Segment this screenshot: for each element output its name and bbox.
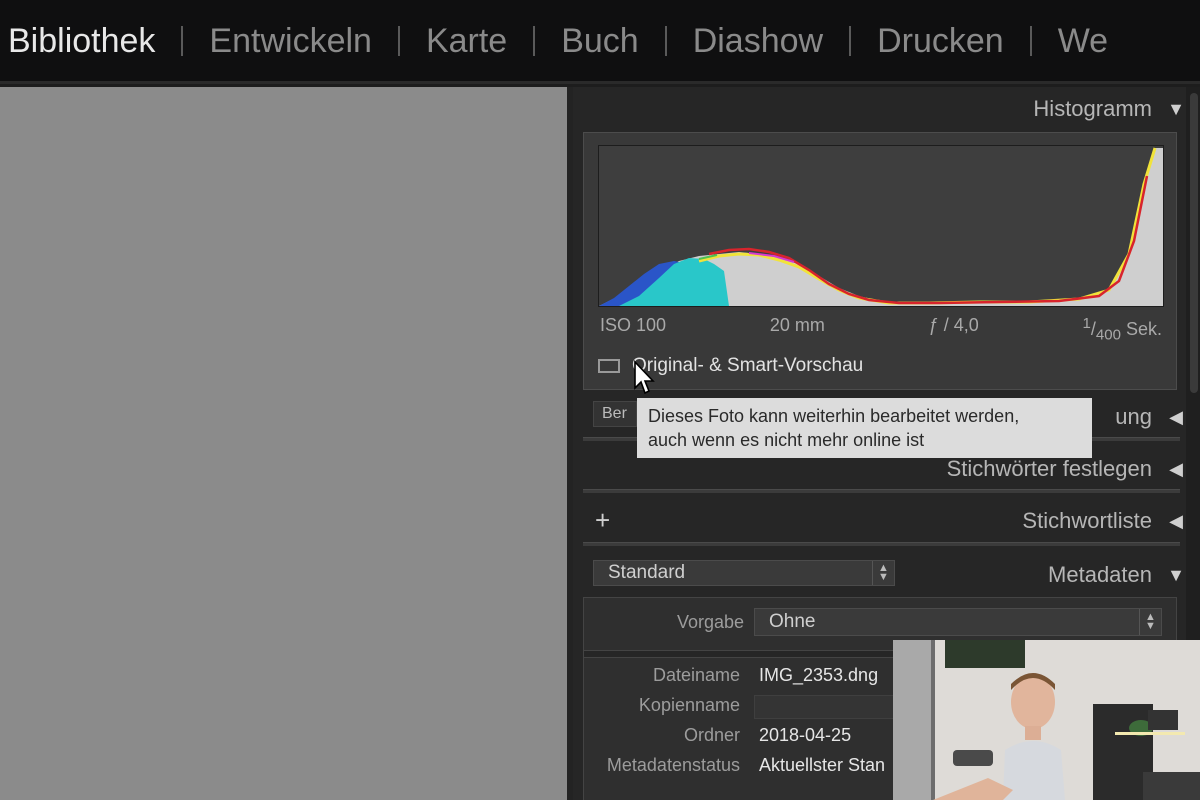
aperture-value: ƒ / 4,0 [928, 315, 979, 335]
keyword-list-title: Stichwortliste [1022, 508, 1152, 533]
histogram-chart [599, 147, 1163, 306]
keywording-title: Stichwörter festlegen [946, 456, 1152, 481]
filename-label: Dateiname [652, 665, 740, 685]
triangle-down-icon: ▼ [1167, 98, 1185, 119]
keyword-list-header[interactable]: Stichwortliste ◀ [583, 501, 1186, 541]
select-arrows-icon: ▲ ▼ [1139, 609, 1161, 635]
triangle-left-icon: ◀ [1169, 458, 1183, 479]
triangle-left-icon: ◀ [1169, 406, 1183, 427]
folder-label: Ordner [683, 725, 740, 745]
section-divider [583, 489, 1180, 493]
focal-length-value: 20 mm [769, 315, 825, 335]
histogram-title: Histogramm [1033, 96, 1152, 121]
metadata-status-label: Metadatenstatus [606, 755, 740, 775]
tooltip-line-2: auch wenn es nicht mehr online ist [648, 430, 925, 450]
histogram-header[interactable]: Histogramm ▼ [583, 89, 1186, 129]
module-drucken[interactable]: Drucken [851, 0, 1030, 81]
metadata-preset-value: Ohne [769, 611, 816, 632]
filename-value[interactable]: IMG_2353.dng [759, 665, 878, 686]
metadata-title: Metadaten [1048, 562, 1152, 587]
shutter-numerator: 1 [1082, 315, 1091, 332]
photo-preview-area[interactable] [0, 87, 567, 800]
iso-value: ISO 100 [600, 315, 667, 335]
module-diashow[interactable]: Diashow [667, 0, 849, 81]
shutter-denominator: 400 [1095, 326, 1121, 344]
metadata-header[interactable]: Metadaten ▼ [583, 555, 1186, 595]
mouse-cursor-icon [634, 360, 655, 395]
histogram-panel: ISO 100 20 mm ƒ / 4,0 1/400 Sek. Origina… [583, 132, 1177, 390]
quick-develop-title: ung [1115, 404, 1152, 429]
module-entwickeln[interactable]: Entwickeln [183, 0, 398, 81]
lightroom-window: Bibliothek Entwickeln Karte Buch Diashow… [0, 0, 1200, 800]
smart-preview-tooltip: Dieses Foto kann weiterhin bearbeitet we… [637, 398, 1092, 458]
histogram-graph[interactable] [598, 145, 1164, 307]
preview-frame-icon [598, 359, 620, 373]
triangle-down-icon: ▼ [1167, 564, 1185, 585]
shutter-unit: Sek. [1125, 319, 1162, 339]
module-web[interactable]: We [1032, 0, 1134, 81]
section-divider [583, 542, 1180, 546]
module-bibliothek[interactable]: Bibliothek [0, 0, 181, 81]
histogram-exif-info: ISO 100 20 mm ƒ / 4,0 1/400 Sek. [600, 315, 1162, 344]
module-buch[interactable]: Buch [535, 0, 665, 81]
metadata-status-value: Aktuellster Stan [759, 755, 886, 775]
module-karte[interactable]: Karte [400, 0, 533, 81]
triangle-left-icon: ◀ [1169, 510, 1183, 531]
folder-value[interactable]: 2018-04-25 [759, 725, 851, 746]
scrollbar-thumb[interactable] [1190, 93, 1198, 393]
tooltip-line-1: Dieses Foto kann weiterhin bearbeitet we… [648, 406, 1020, 426]
metadata-preset-select[interactable]: Ohne ▲ ▼ [754, 608, 1162, 636]
shutter-speed-value: 1/400 Sek. [1082, 315, 1162, 344]
module-picker: Bibliothek Entwickeln Karte Buch Diashow… [0, 0, 1200, 84]
presenter-video-image [893, 640, 1200, 800]
vorgabe-label: Vorgabe [676, 612, 744, 632]
webcam-overlay [893, 640, 1200, 800]
copyname-label: Kopienname [638, 695, 740, 715]
smart-preview-label: Original- & Smart-Vorschau [632, 355, 864, 376]
